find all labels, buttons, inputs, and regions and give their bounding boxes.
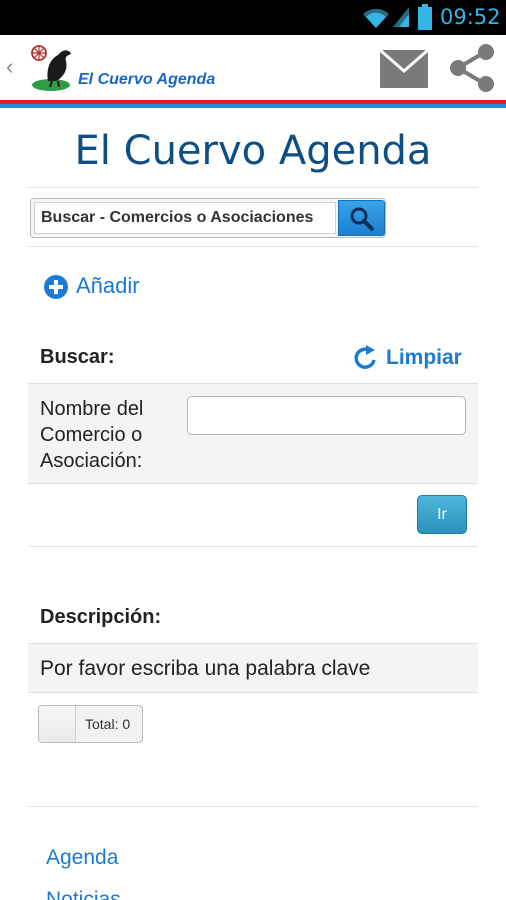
- search-heading: Buscar:: [40, 346, 115, 368]
- divider: [28, 187, 478, 188]
- share-icon[interactable]: [447, 43, 497, 93]
- add-label: Añadir: [76, 273, 140, 298]
- divider: [28, 246, 478, 247]
- results-total: Total: 0: [38, 705, 143, 743]
- search-bar: [30, 198, 386, 238]
- header-stripe-blue: [0, 104, 506, 108]
- description-heading: Descripción:: [40, 606, 162, 628]
- go-button[interactable]: Ir: [417, 495, 467, 534]
- description-row: Por favor escriba una palabra clave: [28, 643, 478, 693]
- footer-link-noticias[interactable]: Noticias: [46, 888, 121, 900]
- raven-logo[interactable]: [28, 41, 78, 93]
- divider: [28, 546, 478, 547]
- search-icon: [350, 207, 374, 231]
- refresh-icon: [354, 345, 376, 369]
- pager-button[interactable]: [39, 706, 76, 742]
- battery-icon: [418, 4, 432, 30]
- back-icon[interactable]: ‹: [6, 55, 20, 79]
- action-bar: ‹ El Cuervo Agenda: [0, 35, 506, 100]
- name-filter-row: Nombre del Comercio o Asociación:: [28, 383, 478, 484]
- wifi-icon: [363, 8, 389, 28]
- search-button[interactable]: [338, 200, 385, 236]
- divider: [28, 806, 478, 807]
- status-bar: 09:52: [0, 0, 506, 35]
- clear-label: Limpiar: [386, 346, 462, 369]
- total-count: Total: 0: [85, 716, 131, 732]
- footer-link-agenda[interactable]: Agenda: [46, 846, 118, 870]
- clock: 09:52: [440, 5, 501, 29]
- description-text: Por favor escriba una palabra clave: [40, 657, 371, 680]
- signal-icon: [393, 7, 409, 27]
- add-icon: [44, 275, 68, 299]
- page-title: El Cuervo Agenda: [74, 128, 432, 174]
- search-input[interactable]: [34, 202, 336, 234]
- mail-icon[interactable]: [380, 50, 428, 88]
- name-field[interactable]: [187, 396, 466, 435]
- name-field-label: Nombre del Comercio o Asociación:: [40, 398, 144, 472]
- brand-name: El Cuervo Agenda: [78, 71, 216, 88]
